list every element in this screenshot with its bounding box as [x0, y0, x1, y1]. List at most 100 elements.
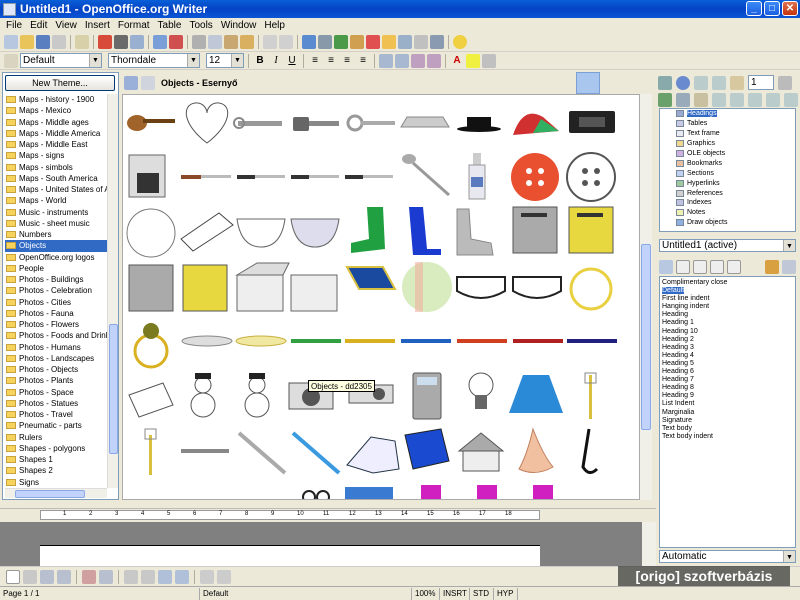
ruler-scale[interactable]: 1 2 3 4 5 6 7 8 9 10 11 12 13 14 15 16 17 18	[40, 510, 540, 520]
style-list-item[interactable]: Text body	[660, 425, 795, 433]
toggle-icon[interactable]	[658, 75, 672, 90]
pencil-icon[interactable]	[401, 339, 451, 343]
page-preview-icon[interactable]	[130, 34, 144, 49]
theme-list-item[interactable]: People	[5, 263, 107, 274]
theme-list-item[interactable]: Maps - South America	[5, 173, 107, 184]
heart-icon[interactable]	[185, 102, 229, 144]
bold-icon[interactable]: B	[253, 54, 267, 68]
pencil-icon[interactable]	[567, 339, 617, 343]
new-document-icon[interactable]	[4, 34, 18, 49]
bathtub-icon[interactable]	[456, 276, 506, 299]
navigator-item[interactable]: OLE objects	[660, 149, 795, 159]
plate-icon[interactable]	[235, 335, 287, 347]
cap-icon[interactable]	[513, 113, 559, 135]
button-icon[interactable]	[511, 153, 559, 201]
justify-icon[interactable]: ≡	[356, 54, 370, 68]
pencil-icon[interactable]	[291, 339, 341, 343]
spellcheck-icon[interactable]	[153, 34, 167, 49]
theme-list-item[interactable]: Maps - history - 1900	[5, 94, 107, 105]
pencil-icon[interactable]	[513, 339, 563, 343]
close-button[interactable]: ✕	[782, 1, 798, 16]
navigator-item[interactable]: Indexes	[660, 198, 795, 208]
points-icon[interactable]	[23, 569, 37, 584]
style-list-item[interactable]: Heading 3	[660, 344, 795, 352]
fork-icon[interactable]	[237, 431, 287, 475]
drag-mode-icon[interactable]	[778, 75, 792, 90]
theme-list-item[interactable]: Photos - Humans	[5, 342, 107, 353]
theme-list-item[interactable]: Photos - Foods and Drinks	[5, 330, 107, 341]
theme-list-item[interactable]: Photos - Travel	[5, 409, 107, 420]
fork-icon[interactable]	[291, 431, 341, 475]
theme-list-item[interactable]: Photos - Buildings	[5, 274, 107, 285]
anchor-icon[interactable]	[158, 569, 172, 584]
navigation-icon[interactable]	[676, 75, 690, 90]
style-list-item[interactable]: List Indent	[660, 400, 795, 408]
styles-formatting-icon[interactable]	[4, 53, 18, 68]
navigator-item[interactable]: Headings	[660, 109, 795, 119]
magazine-icon[interactable]	[533, 485, 553, 500]
theme-list-item[interactable]: Shapes 1	[5, 454, 107, 465]
snowman-icon[interactable]	[190, 373, 216, 418]
grid-icon[interactable]	[200, 569, 214, 584]
scroll-thumb[interactable]	[641, 244, 651, 430]
style-filter-combo[interactable]: Automatic ▼	[659, 550, 796, 563]
calculator-icon[interactable]	[412, 372, 442, 420]
new-theme-button[interactable]: New Theme...	[5, 75, 115, 91]
theme-list-item[interactable]: Maps - World	[5, 195, 107, 206]
page-style[interactable]: Default	[200, 587, 412, 600]
navigator-item[interactable]: Draw objects	[660, 218, 795, 228]
paragraph-styles-icon[interactable]	[659, 260, 673, 274]
theme-list-item[interactable]: Maps - signs	[5, 150, 107, 161]
hat-icon[interactable]	[457, 117, 501, 132]
open-book-icon[interactable]	[346, 436, 400, 474]
theme-list-item[interactable]: Photos - Fauna	[5, 308, 107, 319]
detailed-view-icon[interactable]	[141, 76, 155, 90]
style-list-item[interactable]: Heading 6	[660, 368, 795, 376]
glasses-icon[interactable]	[302, 490, 330, 500]
snap-icon[interactable]	[217, 569, 231, 584]
theme-list-item[interactable]: Maps - Middle ages	[5, 117, 107, 128]
bring-to-front-icon[interactable]	[124, 569, 138, 584]
show-draw-functions-icon[interactable]	[334, 34, 348, 49]
navigator-icon[interactable]	[366, 34, 380, 49]
style-list-item[interactable]: Marginalia	[660, 409, 795, 417]
font-color-icon[interactable]: A	[450, 54, 464, 68]
green-boot-icon[interactable]	[351, 207, 385, 253]
theme-list-item[interactable]: Signs	[5, 477, 107, 488]
increase-indent-icon[interactable]	[427, 53, 441, 68]
undo-icon[interactable]	[263, 34, 277, 49]
hyperlink-icon[interactable]	[302, 34, 316, 49]
nose-icon[interactable]	[518, 427, 554, 473]
new-style-icon[interactable]	[782, 260, 796, 274]
skirt-icon[interactable]	[509, 375, 563, 413]
menu-format[interactable]: Format	[114, 20, 154, 31]
menu-edit[interactable]: Edit	[26, 20, 51, 31]
theme-list-item[interactable]: OpenOffice.org logos	[5, 252, 107, 263]
style-list-item[interactable]: Heading 1	[660, 319, 795, 327]
theme-list-item[interactable]: Photos - Cities	[5, 297, 107, 308]
navigator-item[interactable]: Sections	[660, 168, 795, 178]
numbering-icon[interactable]	[379, 53, 393, 68]
theme-list-item[interactable]: Shapes - polygons	[5, 443, 107, 454]
email-icon[interactable]	[52, 34, 66, 49]
plate-icon[interactable]	[181, 335, 233, 347]
knife-icon[interactable]	[345, 175, 393, 179]
style-list-item[interactable]: Signature	[660, 417, 795, 425]
theme-list-item[interactable]: Maps - United States of Amer	[5, 184, 107, 195]
redo-icon[interactable]	[279, 34, 293, 49]
hyperlink-mode[interactable]: HYP	[494, 587, 518, 600]
mailbox-icon[interactable]	[182, 264, 228, 312]
demote-icon[interactable]	[766, 93, 780, 107]
grid-icon[interactable]	[345, 487, 393, 500]
next-icon[interactable]	[712, 75, 726, 90]
theme-list-item[interactable]: Photos - Space	[5, 387, 107, 398]
button-icon[interactable]	[566, 152, 616, 202]
selection-mode[interactable]: STD	[470, 587, 494, 600]
edit-file-icon[interactable]	[75, 34, 89, 49]
ball-icon[interactable]	[126, 208, 176, 258]
print-icon[interactable]	[114, 34, 128, 49]
promote-icon[interactable]	[748, 93, 762, 107]
theme-list-item[interactable]: Photos - Statues	[5, 398, 107, 409]
content-view-icon[interactable]	[676, 93, 690, 107]
anchor-char-icon[interactable]	[175, 569, 189, 584]
